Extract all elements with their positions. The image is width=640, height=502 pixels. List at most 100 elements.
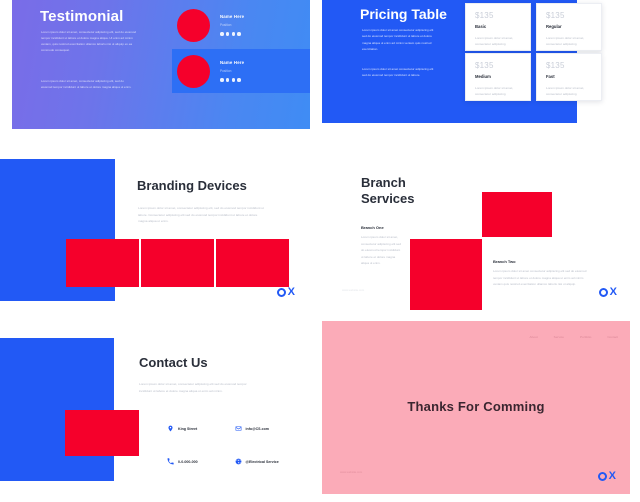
branch-two-text: Lorem ipsum dolor sit amet consectetur a… xyxy=(493,269,587,287)
slide-title: Contact Us xyxy=(139,355,208,370)
star-icon xyxy=(237,78,241,82)
star-icon xyxy=(237,32,241,36)
slide-branch-services[interactable]: Branch Services Branch One Lorem ipsum d… xyxy=(320,140,640,315)
slide-title: Pricing Table xyxy=(360,6,447,22)
contact-item-social[interactable]: @Electrical Service xyxy=(235,458,303,465)
slide-canvas: Testimonial Lorem ipsum dolor sit amet, … xyxy=(12,0,310,129)
contact-item-phone[interactable]: 0-0-000-000 xyxy=(167,458,235,465)
body-paragraph-2: Lorem ipsum dolor sit amet consectetur a… xyxy=(362,67,434,78)
contact-item-address[interactable]: King Street xyxy=(167,425,235,432)
contact-list: King Street info@CS.com 0-0-000-000 @Ele… xyxy=(167,425,302,465)
slide-thanks[interactable]: About Service Portfolio Contact Thanks F… xyxy=(320,315,640,502)
device-mockup xyxy=(216,239,289,287)
pricing-card[interactable]: $135 Medium Lorem ipsum dolor sit amet, … xyxy=(465,53,531,101)
star-icon xyxy=(220,78,224,82)
price: $135 xyxy=(475,11,494,20)
title-line-2: Services xyxy=(361,191,415,207)
body-paragraph-1: Lorem ipsum dolor sit amet, consectetur … xyxy=(41,30,137,53)
avatar xyxy=(177,8,210,42)
star-icon xyxy=(231,78,236,82)
slide-title: Branding Devices xyxy=(137,178,247,193)
globe-icon xyxy=(235,458,242,465)
plan-name: Medium xyxy=(475,74,491,79)
slide-title: Testimonial xyxy=(40,8,124,25)
brand-logo: X xyxy=(598,286,617,298)
star-icon xyxy=(225,78,230,82)
device-mockup xyxy=(66,239,139,287)
website-url: www.website.com xyxy=(340,470,363,474)
plan-description: Lorem ipsum dolor sit amet, consectetur … xyxy=(546,86,585,97)
star-icon xyxy=(225,32,230,36)
branch-one-text: Lorem ipsum dolor sit amet, consectetur … xyxy=(361,235,402,266)
device-mockup xyxy=(141,239,214,287)
slide-nav: About Service Portfolio Contact xyxy=(530,335,618,339)
price: $135 xyxy=(546,61,565,70)
rating-stars xyxy=(220,78,244,82)
location-icon xyxy=(167,425,174,432)
branch-two-label: Branch Two xyxy=(493,259,516,264)
slide-branding-devices[interactable]: Branding Devices Lorem ipsum dolor sit a… xyxy=(0,140,320,315)
plan-description: Lorem ipsum dolor sit amet, consectetur … xyxy=(546,36,585,47)
star-icon xyxy=(220,32,224,36)
nav-item-service[interactable]: Service xyxy=(554,335,564,339)
logo-letter: X xyxy=(287,286,295,298)
logo-circle-icon xyxy=(597,472,607,481)
plan-description: Lorem ipsum dolor sit amet, consectetur … xyxy=(475,86,514,97)
nav-item-contact[interactable]: Contact xyxy=(607,335,618,339)
logo-circle-icon xyxy=(598,288,608,297)
image-placeholder xyxy=(410,239,482,310)
plan-name: Fast xyxy=(546,74,555,79)
title-line-1: Branch xyxy=(361,175,406,190)
logo-circle-icon xyxy=(276,288,286,297)
avatar xyxy=(177,54,210,88)
body-paragraph: Lorem ipsum dolor sit amet, consectetur … xyxy=(139,382,247,393)
body-paragraph: Lorem ipsum dolor sit amet, consectetur … xyxy=(138,206,264,224)
slide-canvas: Pricing Table Lorem ipsum dolor sit amet… xyxy=(322,0,621,129)
price: $135 xyxy=(546,11,565,20)
plan-description: Lorem ipsum dolor sit amet, consectetur … xyxy=(475,36,514,47)
contact-label: @Electrical Service xyxy=(245,459,279,464)
rating-stars xyxy=(220,32,244,36)
website-url: www.website.com xyxy=(342,288,365,292)
mail-icon xyxy=(235,425,242,432)
contact-label: 0-0-000-000 xyxy=(178,459,198,464)
star-icon xyxy=(231,32,236,36)
pricing-card[interactable]: $135 Fast Lorem ipsum dolor sit amet, co… xyxy=(536,53,602,101)
slide-canvas: Contact Us Lorem ipsum dolor sit amet, c… xyxy=(0,325,309,496)
slide-testimonial[interactable]: Testimonial Lorem ipsum dolor sit amet, … xyxy=(0,0,320,140)
brand-logo: X xyxy=(276,286,295,298)
body-paragraph-2: Lorem ipsum dolor sit amet, consectetur … xyxy=(41,79,132,90)
logo-letter: X xyxy=(609,286,617,298)
testimonial-card[interactable]: Name Here Position xyxy=(172,49,310,93)
brand-logo: X xyxy=(597,470,616,482)
image-placeholder xyxy=(482,192,552,237)
logo-letter: X xyxy=(608,470,616,482)
image-placeholder xyxy=(65,410,139,456)
price: $135 xyxy=(475,61,494,70)
pricing-card[interactable]: $135 Basic Lorem ipsum dolor sit amet, c… xyxy=(465,3,531,51)
phone-icon xyxy=(167,458,174,465)
slide-canvas: Branding Devices Lorem ipsum dolor sit a… xyxy=(0,149,309,310)
slide-thumbnail-grid: Testimonial Lorem ipsum dolor sit amet, … xyxy=(0,0,640,502)
pricing-card[interactable]: $135 Regular Lorem ipsum dolor sit amet,… xyxy=(536,3,602,51)
plan-name: Basic xyxy=(475,24,487,29)
person-role: Position xyxy=(220,23,232,28)
slide-heading: Thanks For Comming xyxy=(407,399,545,414)
testimonial-card[interactable]: Name Here Position xyxy=(172,3,310,47)
slide-canvas: About Service Portfolio Contact Thanks F… xyxy=(322,321,630,494)
contact-item-email[interactable]: info@CS.com xyxy=(235,425,303,432)
person-name: Name Here xyxy=(220,14,245,20)
person-name: Name Here xyxy=(220,60,245,66)
slide-canvas: Branch Services Branch One Lorem ipsum d… xyxy=(322,149,631,310)
plan-name: Regular xyxy=(546,24,562,29)
slide-title: Branch Services xyxy=(361,175,415,208)
body-paragraph-1: Lorem ipsum dolor sit amet consectetur a… xyxy=(362,28,434,51)
slide-contact-us[interactable]: Contact Us Lorem ipsum dolor sit amet, c… xyxy=(0,315,320,502)
contact-label: info@CS.com xyxy=(245,426,269,431)
person-role: Position xyxy=(220,69,232,74)
branch-one-label: Branch One xyxy=(361,225,384,230)
nav-item-portfolio[interactable]: Portfolio xyxy=(580,335,591,339)
nav-item-about[interactable]: About xyxy=(530,335,538,339)
slide-pricing-table[interactable]: Pricing Table Lorem ipsum dolor sit amet… xyxy=(320,0,640,140)
contact-label: King Street xyxy=(178,426,198,431)
